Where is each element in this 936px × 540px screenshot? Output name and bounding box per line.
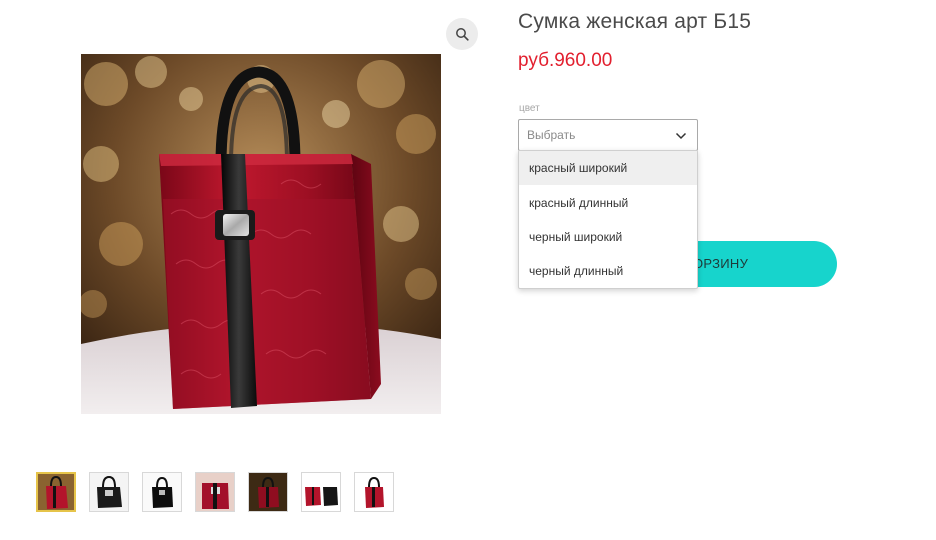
zoom-in-icon (456, 28, 469, 41)
main-product-image[interactable] (81, 54, 441, 414)
thumbnail[interactable] (142, 472, 182, 512)
product-price: руб.960.00 (518, 50, 613, 71)
thumbnail[interactable] (248, 472, 288, 512)
color-select-value: Выбрать (527, 128, 576, 142)
chevron-down-icon (675, 132, 687, 140)
color-option[interactable]: черный длинный (519, 254, 697, 288)
color-select[interactable]: Выбрать (518, 119, 698, 151)
color-option[interactable]: красный широкий (519, 151, 697, 185)
product-title: Сумка женская арт Б15 (518, 10, 752, 33)
color-option[interactable]: черный широкий (519, 220, 697, 254)
thumbnail[interactable] (195, 472, 235, 512)
thumbnail[interactable] (354, 472, 394, 512)
thumbnail[interactable] (301, 472, 341, 512)
color-dropdown-list: красный широкий красный длинный черный ш… (518, 150, 698, 289)
color-field-label: цвет (519, 103, 540, 114)
add-to-cart-label: ОРЗИНУ (693, 256, 749, 271)
thumbnail[interactable] (36, 472, 76, 512)
color-option[interactable]: красный длинный (519, 186, 697, 220)
thumbnail-gallery (36, 472, 394, 512)
zoom-button[interactable] (446, 18, 478, 50)
thumbnail[interactable] (89, 472, 129, 512)
